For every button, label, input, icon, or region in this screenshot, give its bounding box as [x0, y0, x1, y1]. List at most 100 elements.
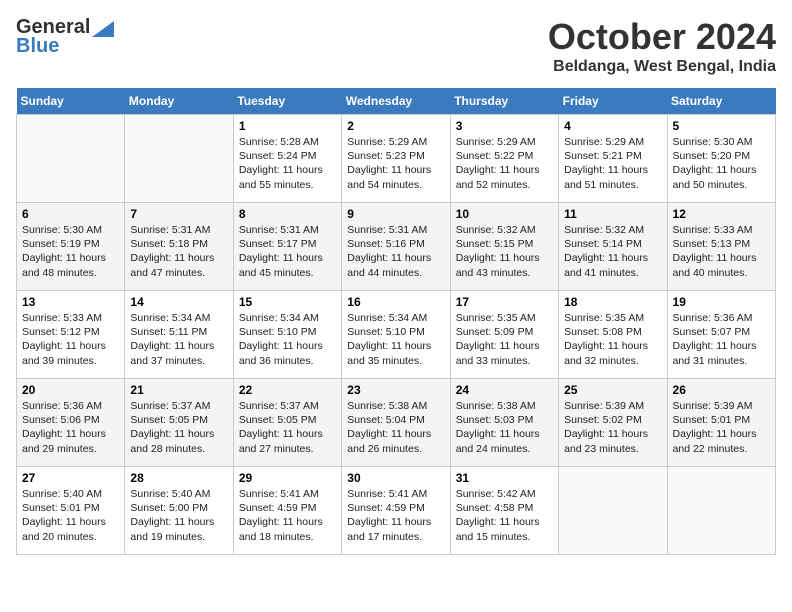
day-info: Sunrise: 5:37 AMSunset: 5:05 PMDaylight:…: [130, 399, 227, 456]
calendar-cell: 12 Sunrise: 5:33 AMSunset: 5:13 PMDayligh…: [667, 203, 775, 291]
day-info: Sunrise: 5:41 AMSunset: 4:59 PMDaylight:…: [239, 487, 336, 544]
calendar-cell: 11 Sunrise: 5:32 AMSunset: 5:14 PMDayligh…: [559, 203, 667, 291]
day-number: 15: [239, 295, 336, 309]
day-info: Sunrise: 5:29 AMSunset: 5:22 PMDaylight:…: [456, 135, 553, 192]
day-info: Sunrise: 5:29 AMSunset: 5:21 PMDaylight:…: [564, 135, 661, 192]
day-info: Sunrise: 5:40 AMSunset: 5:01 PMDaylight:…: [22, 487, 119, 544]
day-info: Sunrise: 5:34 AMSunset: 5:10 PMDaylight:…: [347, 311, 444, 368]
calendar-cell: 19 Sunrise: 5:36 AMSunset: 5:07 PMDayligh…: [667, 291, 775, 379]
day-info: Sunrise: 5:35 AMSunset: 5:09 PMDaylight:…: [456, 311, 553, 368]
day-info: Sunrise: 5:28 AMSunset: 5:24 PMDaylight:…: [239, 135, 336, 192]
day-number: 27: [22, 471, 119, 485]
calendar-cell: 20Sunrise: 5:36 AMSunset: 5:06 PMDayligh…: [17, 379, 125, 467]
day-number: 26: [673, 383, 770, 397]
day-number: 13: [22, 295, 119, 309]
day-info: Sunrise: 5:31 AMSunset: 5:17 PMDaylight:…: [239, 223, 336, 280]
calendar-cell: 9Sunrise: 5:31 AMSunset: 5:16 PMDaylight…: [342, 203, 450, 291]
day-info: Sunrise: 5:32 AMSunset: 5:15 PMDaylight:…: [456, 223, 553, 280]
calendar-week-row: 13Sunrise: 5:33 AMSunset: 5:12 PMDayligh…: [17, 291, 776, 379]
calendar-cell: 10 Sunrise: 5:32 AMSunset: 5:15 PMDayligh…: [450, 203, 558, 291]
month-title: October 2024: [548, 16, 776, 58]
day-number: 8: [239, 207, 336, 221]
day-number: 19: [673, 295, 770, 309]
logo-blue: Blue: [16, 35, 59, 58]
calendar-cell: 16 Sunrise: 5:34 AMSunset: 5:10 PMDayligh…: [342, 291, 450, 379]
day-number: 24: [456, 383, 553, 397]
calendar-header: SundayMondayTuesdayWednesdayThursdayFrid…: [17, 88, 776, 115]
calendar-cell: 1 Sunrise: 5:28 AMSunset: 5:24 PMDaylight…: [233, 115, 341, 203]
day-number: 4: [564, 119, 661, 133]
calendar-week-row: 27 Sunrise: 5:40 AMSunset: 5:01 PMDayligh…: [17, 467, 776, 555]
day-of-week-header: Sunday: [17, 88, 125, 115]
calendar-cell: 2 Sunrise: 5:29 AMSunset: 5:23 PMDaylight…: [342, 115, 450, 203]
calendar-cell: 27 Sunrise: 5:40 AMSunset: 5:01 PMDayligh…: [17, 467, 125, 555]
calendar-cell: 31 Sunrise: 5:42 AMSunset: 4:58 PMDayligh…: [450, 467, 558, 555]
calendar-cell: 6 Sunrise: 5:30 AMSunset: 5:19 PMDaylight…: [17, 203, 125, 291]
day-info: Sunrise: 5:39 AMSunset: 5:02 PMDaylight:…: [564, 399, 661, 456]
location: Beldanga, West Bengal, India: [548, 58, 776, 76]
day-info: Sunrise: 5:32 AMSunset: 5:14 PMDaylight:…: [564, 223, 661, 280]
day-info: Sunrise: 5:41 AMSunset: 4:59 PMDaylight:…: [347, 487, 444, 544]
day-number: 25: [564, 383, 661, 397]
calendar-cell: [17, 115, 125, 203]
day-number: 31: [456, 471, 553, 485]
day-number: 29: [239, 471, 336, 485]
day-info: Sunrise: 5:42 AMSunset: 4:58 PMDaylight:…: [456, 487, 553, 544]
day-number: 1: [239, 119, 336, 133]
calendar-cell: 21 Sunrise: 5:37 AMSunset: 5:05 PMDayligh…: [125, 379, 233, 467]
day-number: 14: [130, 295, 227, 309]
day-number: 12: [673, 207, 770, 221]
day-number: 11: [564, 207, 661, 221]
day-info: Sunrise: 5:34 AMSunset: 5:10 PMDaylight:…: [239, 311, 336, 368]
day-info: Sunrise: 5:30 AMSunset: 5:19 PMDaylight:…: [22, 223, 119, 280]
calendar-cell: 29 Sunrise: 5:41 AMSunset: 4:59 PMDayligh…: [233, 467, 341, 555]
calendar-week-row: 1 Sunrise: 5:28 AMSunset: 5:24 PMDaylight…: [17, 115, 776, 203]
day-info: Sunrise: 5:38 AMSunset: 5:04 PMDaylight:…: [347, 399, 444, 456]
calendar-week-row: 20Sunrise: 5:36 AMSunset: 5:06 PMDayligh…: [17, 379, 776, 467]
day-of-week-header: Thursday: [450, 88, 558, 115]
calendar-cell: 3Sunrise: 5:29 AMSunset: 5:22 PMDaylight…: [450, 115, 558, 203]
day-info: Sunrise: 5:31 AMSunset: 5:18 PMDaylight:…: [130, 223, 227, 280]
day-number: 21: [130, 383, 227, 397]
day-info: Sunrise: 5:36 AMSunset: 5:06 PMDaylight:…: [22, 399, 119, 456]
day-number: 6: [22, 207, 119, 221]
day-number: 17: [456, 295, 553, 309]
day-of-week-header: Friday: [559, 88, 667, 115]
day-number: 7: [130, 207, 227, 221]
day-number: 2: [347, 119, 444, 133]
day-number: 10: [456, 207, 553, 221]
day-number: 18: [564, 295, 661, 309]
calendar-cell: 5Sunrise: 5:30 AMSunset: 5:20 PMDaylight…: [667, 115, 775, 203]
calendar-cell: 28 Sunrise: 5:40 AMSunset: 5:00 PMDayligh…: [125, 467, 233, 555]
day-of-week-header: Monday: [125, 88, 233, 115]
calendar-cell: 25 Sunrise: 5:39 AMSunset: 5:02 PMDayligh…: [559, 379, 667, 467]
calendar-cell: [559, 467, 667, 555]
day-info: Sunrise: 5:29 AMSunset: 5:23 PMDaylight:…: [347, 135, 444, 192]
day-number: 22: [239, 383, 336, 397]
day-info: Sunrise: 5:40 AMSunset: 5:00 PMDaylight:…: [130, 487, 227, 544]
day-number: 16: [347, 295, 444, 309]
day-number: 28: [130, 471, 227, 485]
day-info: Sunrise: 5:35 AMSunset: 5:08 PMDaylight:…: [564, 311, 661, 368]
day-of-week-header: Tuesday: [233, 88, 341, 115]
day-info: Sunrise: 5:39 AMSunset: 5:01 PMDaylight:…: [673, 399, 770, 456]
calendar-cell: 30 Sunrise: 5:41 AMSunset: 4:59 PMDayligh…: [342, 467, 450, 555]
calendar-cell: 14Sunrise: 5:34 AMSunset: 5:11 PMDayligh…: [125, 291, 233, 379]
day-info: Sunrise: 5:33 AMSunset: 5:13 PMDaylight:…: [673, 223, 770, 280]
day-info: Sunrise: 5:30 AMSunset: 5:20 PMDaylight:…: [673, 135, 770, 192]
day-number: 30: [347, 471, 444, 485]
day-info: Sunrise: 5:36 AMSunset: 5:07 PMDaylight:…: [673, 311, 770, 368]
day-info: Sunrise: 5:37 AMSunset: 5:05 PMDaylight:…: [239, 399, 336, 456]
calendar-cell: 15 Sunrise: 5:34 AMSunset: 5:10 PMDayligh…: [233, 291, 341, 379]
calendar-cell: [667, 467, 775, 555]
calendar-cell: 13Sunrise: 5:33 AMSunset: 5:12 PMDayligh…: [17, 291, 125, 379]
page-header: General Blue October 2024 Beldanga, West…: [16, 16, 776, 76]
day-info: Sunrise: 5:31 AMSunset: 5:16 PMDaylight:…: [347, 223, 444, 280]
calendar-cell: 17 Sunrise: 5:35 AMSunset: 5:09 PMDayligh…: [450, 291, 558, 379]
day-number: 23: [347, 383, 444, 397]
calendar-cell: 8 Sunrise: 5:31 AMSunset: 5:17 PMDaylight…: [233, 203, 341, 291]
calendar-cell: 7 Sunrise: 5:31 AMSunset: 5:18 PMDaylight…: [125, 203, 233, 291]
day-of-week-header: Wednesday: [342, 88, 450, 115]
calendar-table: SundayMondayTuesdayWednesdayThursdayFrid…: [16, 88, 776, 555]
logo-arrow-icon: [92, 21, 114, 37]
